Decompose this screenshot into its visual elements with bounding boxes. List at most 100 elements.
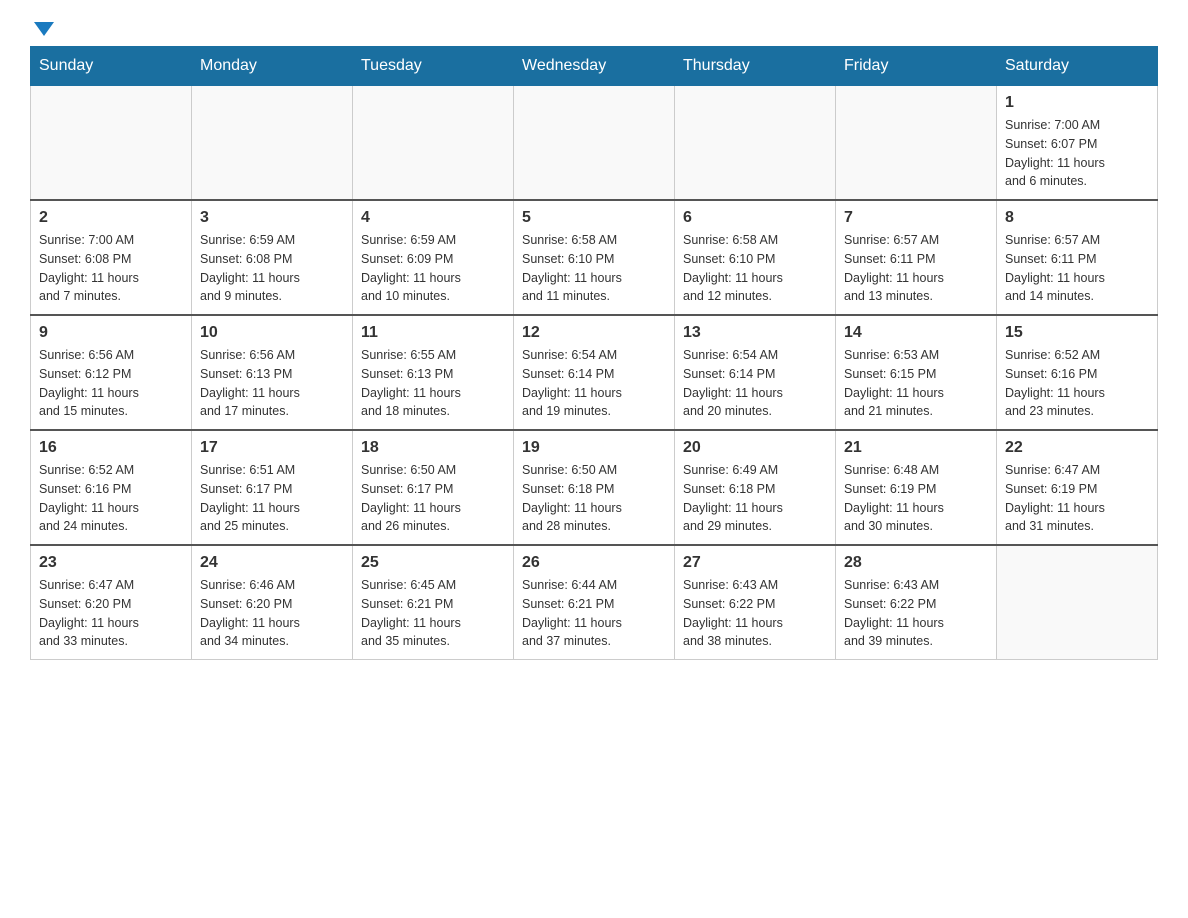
day-number: 8 — [1005, 209, 1149, 227]
column-header-monday: Monday — [192, 47, 353, 86]
calendar-cell — [192, 86, 353, 201]
day-info: Sunrise: 7:00 AM Sunset: 6:08 PM Dayligh… — [39, 231, 183, 306]
day-number: 19 — [522, 439, 666, 457]
calendar-week-row: 2 Sunrise: 7:00 AM Sunset: 6:08 PM Daylig… — [31, 200, 1158, 315]
day-info: Sunrise: 6:59 AM Sunset: 6:08 PM Dayligh… — [200, 231, 344, 306]
calendar-cell: 25 Sunrise: 6:45 AM Sunset: 6:21 PM Dayli… — [353, 545, 514, 660]
calendar-cell: 17 Sunrise: 6:51 AM Sunset: 6:17 PM Dayli… — [192, 430, 353, 545]
calendar-cell: 18 Sunrise: 6:50 AM Sunset: 6:17 PM Dayli… — [353, 430, 514, 545]
day-number: 1 — [1005, 94, 1149, 112]
day-info: Sunrise: 6:59 AM Sunset: 6:09 PM Dayligh… — [361, 231, 505, 306]
calendar-week-row: 23 Sunrise: 6:47 AM Sunset: 6:20 PM Dayli… — [31, 545, 1158, 660]
day-number: 7 — [844, 209, 988, 227]
day-info: Sunrise: 6:46 AM Sunset: 6:20 PM Dayligh… — [200, 576, 344, 651]
day-info: Sunrise: 6:58 AM Sunset: 6:10 PM Dayligh… — [522, 231, 666, 306]
calendar-cell — [675, 86, 836, 201]
day-number: 16 — [39, 439, 183, 457]
calendar-cell: 28 Sunrise: 6:43 AM Sunset: 6:22 PM Dayli… — [836, 545, 997, 660]
calendar-cell: 27 Sunrise: 6:43 AM Sunset: 6:22 PM Dayli… — [675, 545, 836, 660]
calendar-cell: 12Sunrise: 6:54 AM Sunset: 6:14 PM Dayli… — [514, 315, 675, 430]
day-number: 10 — [200, 324, 344, 342]
day-number: 14 — [844, 324, 988, 342]
calendar-cell: 13 Sunrise: 6:54 AM Sunset: 6:14 PM Dayli… — [675, 315, 836, 430]
calendar-cell: 26 Sunrise: 6:44 AM Sunset: 6:21 PM Dayli… — [514, 545, 675, 660]
column-header-thursday: Thursday — [675, 47, 836, 86]
day-info: Sunrise: 6:43 AM Sunset: 6:22 PM Dayligh… — [683, 576, 827, 651]
calendar-cell: 7Sunrise: 6:57 AM Sunset: 6:11 PM Daylig… — [836, 200, 997, 315]
day-number: 21 — [844, 439, 988, 457]
calendar-cell: 24 Sunrise: 6:46 AM Sunset: 6:20 PM Dayli… — [192, 545, 353, 660]
day-number: 4 — [361, 209, 505, 227]
day-info: Sunrise: 6:49 AM Sunset: 6:18 PM Dayligh… — [683, 461, 827, 536]
day-number: 13 — [683, 324, 827, 342]
day-info: Sunrise: 6:47 AM Sunset: 6:19 PM Dayligh… — [1005, 461, 1149, 536]
day-number: 24 — [200, 554, 344, 572]
day-number: 5 — [522, 209, 666, 227]
day-number: 25 — [361, 554, 505, 572]
day-info: Sunrise: 6:53 AM Sunset: 6:15 PM Dayligh… — [844, 346, 988, 421]
day-info: Sunrise: 6:50 AM Sunset: 6:17 PM Dayligh… — [361, 461, 505, 536]
calendar-week-row: 9 Sunrise: 6:56 AM Sunset: 6:12 PM Daylig… — [31, 315, 1158, 430]
column-header-tuesday: Tuesday — [353, 47, 514, 86]
calendar-cell — [514, 86, 675, 201]
calendar-cell: 20 Sunrise: 6:49 AM Sunset: 6:18 PM Dayli… — [675, 430, 836, 545]
calendar-header-row: SundayMondayTuesdayWednesdayThursdayFrid… — [31, 47, 1158, 86]
calendar-week-row: 1 Sunrise: 7:00 AM Sunset: 6:07 PM Daylig… — [31, 86, 1158, 201]
calendar-cell: 19 Sunrise: 6:50 AM Sunset: 6:18 PM Dayli… — [514, 430, 675, 545]
day-info: Sunrise: 6:55 AM Sunset: 6:13 PM Dayligh… — [361, 346, 505, 421]
day-info: Sunrise: 6:50 AM Sunset: 6:18 PM Dayligh… — [522, 461, 666, 536]
calendar-cell: 16 Sunrise: 6:52 AM Sunset: 6:16 PM Dayli… — [31, 430, 192, 545]
calendar-cell: 21Sunrise: 6:48 AM Sunset: 6:19 PM Dayli… — [836, 430, 997, 545]
calendar-cell: 2 Sunrise: 7:00 AM Sunset: 6:08 PM Daylig… — [31, 200, 192, 315]
day-number: 23 — [39, 554, 183, 572]
column-header-wednesday: Wednesday — [514, 47, 675, 86]
day-number: 28 — [844, 554, 988, 572]
calendar-cell — [31, 86, 192, 201]
day-number: 17 — [200, 439, 344, 457]
day-info: Sunrise: 6:56 AM Sunset: 6:12 PM Dayligh… — [39, 346, 183, 421]
day-number: 11 — [361, 324, 505, 342]
day-number: 6 — [683, 209, 827, 227]
logo-triangle-icon — [34, 22, 54, 36]
day-number: 27 — [683, 554, 827, 572]
day-info: Sunrise: 6:52 AM Sunset: 6:16 PM Dayligh… — [1005, 346, 1149, 421]
day-info: Sunrise: 6:47 AM Sunset: 6:20 PM Dayligh… — [39, 576, 183, 651]
day-number: 22 — [1005, 439, 1149, 457]
day-number: 15 — [1005, 324, 1149, 342]
day-info: Sunrise: 6:54 AM Sunset: 6:14 PM Dayligh… — [683, 346, 827, 421]
calendar-cell: 3 Sunrise: 6:59 AM Sunset: 6:08 PM Daylig… — [192, 200, 353, 315]
day-info: Sunrise: 6:44 AM Sunset: 6:21 PM Dayligh… — [522, 576, 666, 651]
day-number: 18 — [361, 439, 505, 457]
calendar-cell: 10 Sunrise: 6:56 AM Sunset: 6:13 PM Dayli… — [192, 315, 353, 430]
day-number: 20 — [683, 439, 827, 457]
day-info: Sunrise: 6:43 AM Sunset: 6:22 PM Dayligh… — [844, 576, 988, 651]
calendar-cell: 15 Sunrise: 6:52 AM Sunset: 6:16 PM Dayli… — [997, 315, 1158, 430]
day-number: 2 — [39, 209, 183, 227]
calendar-cell: 23 Sunrise: 6:47 AM Sunset: 6:20 PM Dayli… — [31, 545, 192, 660]
calendar-cell: 11 Sunrise: 6:55 AM Sunset: 6:13 PM Dayli… — [353, 315, 514, 430]
calendar-cell: 5 Sunrise: 6:58 AM Sunset: 6:10 PM Daylig… — [514, 200, 675, 315]
day-number: 26 — [522, 554, 666, 572]
day-info: Sunrise: 6:56 AM Sunset: 6:13 PM Dayligh… — [200, 346, 344, 421]
column-header-friday: Friday — [836, 47, 997, 86]
day-info: Sunrise: 6:51 AM Sunset: 6:17 PM Dayligh… — [200, 461, 344, 536]
day-info: Sunrise: 6:52 AM Sunset: 6:16 PM Dayligh… — [39, 461, 183, 536]
logo — [30, 20, 54, 36]
day-info: Sunrise: 6:57 AM Sunset: 6:11 PM Dayligh… — [1005, 231, 1149, 306]
day-info: Sunrise: 6:58 AM Sunset: 6:10 PM Dayligh… — [683, 231, 827, 306]
calendar-cell: 22 Sunrise: 6:47 AM Sunset: 6:19 PM Dayli… — [997, 430, 1158, 545]
calendar-week-row: 16 Sunrise: 6:52 AM Sunset: 6:16 PM Dayli… — [31, 430, 1158, 545]
calendar-table: SundayMondayTuesdayWednesdayThursdayFrid… — [30, 46, 1158, 660]
calendar-cell: 8 Sunrise: 6:57 AM Sunset: 6:11 PM Daylig… — [997, 200, 1158, 315]
day-info: Sunrise: 7:00 AM Sunset: 6:07 PM Dayligh… — [1005, 116, 1149, 191]
day-info: Sunrise: 6:45 AM Sunset: 6:21 PM Dayligh… — [361, 576, 505, 651]
logo-blue-text — [30, 20, 54, 36]
calendar-cell: 1 Sunrise: 7:00 AM Sunset: 6:07 PM Daylig… — [997, 86, 1158, 201]
column-header-saturday: Saturday — [997, 47, 1158, 86]
day-number: 3 — [200, 209, 344, 227]
day-number: 12 — [522, 324, 666, 342]
calendar-cell: 6 Sunrise: 6:58 AM Sunset: 6:10 PM Daylig… — [675, 200, 836, 315]
calendar-cell: 9 Sunrise: 6:56 AM Sunset: 6:12 PM Daylig… — [31, 315, 192, 430]
calendar-cell — [353, 86, 514, 201]
day-number: 9 — [39, 324, 183, 342]
